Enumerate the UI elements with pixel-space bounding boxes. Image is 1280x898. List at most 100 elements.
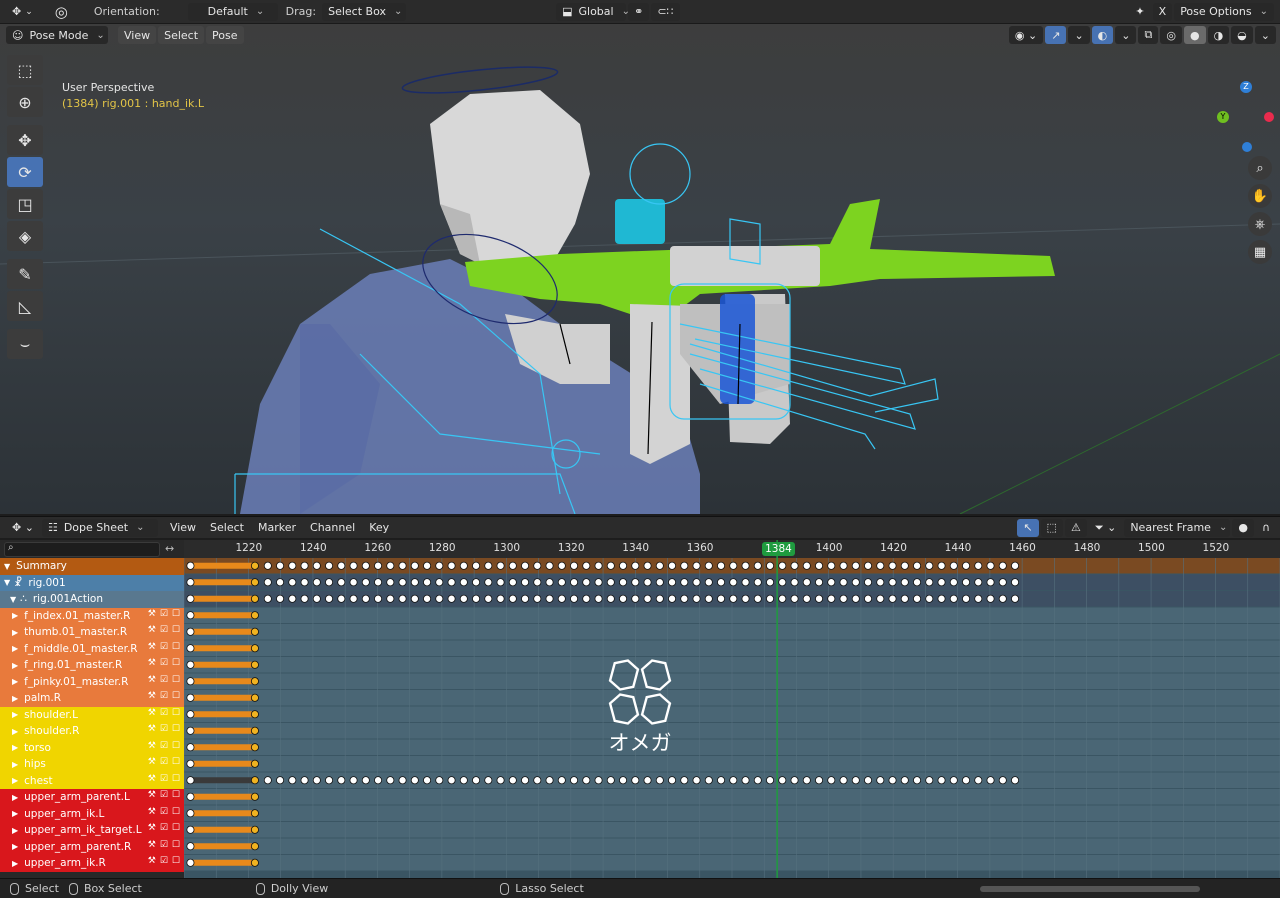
drag-dropdown[interactable]: Select Box: [322, 2, 407, 21]
checkbox-icon[interactable]: ☑: [160, 658, 168, 668]
dope-sheet-mode-dropdown[interactable]: ☷ Dope Sheet: [41, 518, 158, 537]
transform-orientation-dropdown[interactable]: ⬓ Global: [556, 2, 627, 21]
mirror-icon[interactable]: ✦: [1129, 3, 1150, 21]
only-selected-toggle[interactable]: ↖: [1017, 518, 1039, 537]
channel-row[interactable]: ▶ upper_arm_ik.R ⚒ ☑ ☐: [0, 855, 184, 872]
wrench-icon[interactable]: ⚒: [148, 757, 156, 767]
checkbox-icon[interactable]: ☑: [160, 757, 168, 767]
filter-dropdown[interactable]: ⏷ ⌄: [1089, 519, 1123, 537]
pan-hand-icon[interactable]: ✋: [1248, 184, 1272, 208]
camera-icon[interactable]: ⎈: [1248, 212, 1272, 236]
lock-icon[interactable]: ☐: [172, 658, 180, 668]
checkbox-icon[interactable]: ☑: [160, 642, 168, 652]
checkbox-icon[interactable]: ☑: [160, 856, 168, 866]
orientation-gizmo-button[interactable]: ◎: [49, 3, 74, 21]
wrench-icon[interactable]: ⚒: [148, 840, 156, 850]
shading-material[interactable]: ◑: [1207, 26, 1230, 44]
expand-arrow-icon[interactable]: ▶: [12, 611, 18, 620]
wrench-icon[interactable]: ⚒: [148, 741, 156, 751]
shading-rendered[interactable]: ◒: [1231, 26, 1253, 44]
checkbox-icon[interactable]: ☑: [160, 823, 168, 833]
dope-menu-view[interactable]: View: [164, 519, 202, 537]
gizmo-toggle[interactable]: ↗: [1045, 26, 1067, 44]
transform-tool[interactable]: ◈: [7, 221, 43, 251]
expand-arrow-icon[interactable]: ▶: [12, 776, 18, 785]
swap-arrows-icon[interactable]: ↔: [165, 542, 174, 555]
wrench-icon[interactable]: ⚒: [148, 724, 156, 734]
lock-icon[interactable]: ☐: [172, 609, 180, 619]
wrench-icon[interactable]: ⚒: [148, 691, 156, 701]
wrench-icon[interactable]: ⚒: [148, 642, 156, 652]
expand-arrow-icon[interactable]: ▶: [12, 644, 18, 653]
channel-row[interactable]: ▶ shoulder.R ⚒ ☑ ☐: [0, 723, 184, 740]
3d-viewport[interactable]: User Perspective (1384) rig.001 : hand_i…: [0, 24, 1280, 514]
channel-row[interactable]: ▶ f_middle.01_master.R ⚒ ☑ ☐: [0, 640, 184, 657]
cursor-tool[interactable]: ⊕: [7, 87, 43, 117]
lock-icon[interactable]: ☐: [172, 840, 180, 850]
lock-icon[interactable]: ☐: [172, 823, 180, 833]
expand-arrow-icon[interactable]: ▶: [12, 661, 18, 670]
channel-row[interactable]: ▶ upper_arm_parent.L ⚒ ☑ ☐: [0, 789, 184, 806]
lock-icon[interactable]: ☐: [172, 675, 180, 685]
editor-type-button[interactable]: ✥ ⌄: [6, 3, 39, 21]
xray-toggle[interactable]: X: [1152, 2, 1173, 21]
lock-icon[interactable]: ☐: [172, 774, 180, 784]
wrench-icon[interactable]: ⚒: [148, 807, 156, 817]
pose-options-dropdown[interactable]: Pose Options: [1174, 2, 1274, 21]
axis-negz-dot[interactable]: [1242, 142, 1252, 152]
lock-icon[interactable]: ☐: [172, 708, 180, 718]
editor-type-button[interactable]: ✥ ⌄: [6, 519, 40, 537]
menu-view[interactable]: View: [118, 26, 157, 44]
grid-view-icon[interactable]: ▦: [1248, 240, 1272, 264]
menu-pose[interactable]: Pose: [206, 26, 244, 44]
dope-menu-channel[interactable]: Channel: [304, 519, 361, 537]
collapse-arrow-icon[interactable]: ▼: [10, 595, 16, 604]
channel-row[interactable]: ▶ f_pinky.01_master.R ⚒ ☑ ☐: [0, 673, 184, 690]
expand-arrow-icon[interactable]: ▶: [12, 842, 18, 851]
expand-arrow-icon[interactable]: ▶: [12, 826, 18, 835]
axis-x-dot[interactable]: [1264, 112, 1274, 122]
shading-solid[interactable]: ●: [1183, 26, 1206, 44]
checkbox-icon[interactable]: ☑: [160, 774, 168, 784]
channel-row[interactable]: ▼ ∴ rig.001Action: [0, 591, 184, 608]
expand-arrow-icon[interactable]: ▶: [12, 793, 18, 802]
wrench-icon[interactable]: ⚒: [148, 609, 156, 619]
collapse-arrow-icon[interactable]: ▼: [4, 578, 10, 587]
checkbox-icon[interactable]: ☑: [160, 840, 168, 850]
menu-select[interactable]: Select: [158, 26, 205, 44]
dope-menu-marker[interactable]: Marker: [252, 519, 302, 537]
overlay-toggle[interactable]: ◐: [1091, 26, 1114, 44]
shading-dropdown[interactable]: ⌄: [1254, 26, 1276, 44]
rotate-tool[interactable]: ⟳: [7, 157, 43, 187]
expand-arrow-icon[interactable]: ▶: [12, 727, 18, 736]
expand-arrow-icon[interactable]: ▶: [12, 760, 18, 769]
channel-row[interactable]: ▶ upper_arm_ik_target.L ⚒ ☑ ☐: [0, 822, 184, 839]
scale-tool[interactable]: ◳: [7, 189, 43, 219]
expand-arrow-icon[interactable]: ▶: [12, 743, 18, 752]
mode-dropdown[interactable]: ☺ Pose Mode: [6, 26, 108, 44]
channel-row[interactable]: ▶ chest ⚒ ☑ ☐: [0, 772, 184, 789]
wrench-icon[interactable]: ⚒: [148, 625, 156, 635]
visibility-dropdown[interactable]: ◉ ⌄: [1008, 26, 1044, 44]
channel-row[interactable]: ▶ hips ⚒ ☑ ☐: [0, 756, 184, 773]
checkbox-icon[interactable]: ☑: [160, 741, 168, 751]
pivot-point-button[interactable]: ⚭: [628, 2, 650, 21]
lock-icon[interactable]: ☐: [172, 757, 180, 767]
wrench-icon[interactable]: ⚒: [148, 675, 156, 685]
lock-icon[interactable]: ☐: [172, 724, 180, 734]
orientation-dropdown[interactable]: Default: [187, 2, 278, 21]
move-tool[interactable]: ✥: [7, 125, 43, 155]
expand-arrow-icon[interactable]: ▶: [12, 677, 18, 686]
annotate-tool[interactable]: ✎: [7, 259, 43, 289]
checkbox-icon[interactable]: ☑: [160, 625, 168, 635]
gizmo-dropdown[interactable]: ⌄: [1068, 26, 1090, 44]
relax-pose-tool[interactable]: ⌣: [7, 329, 43, 359]
expand-arrow-icon[interactable]: ▶: [12, 694, 18, 703]
show-hidden-toggle[interactable]: ⬚: [1040, 518, 1063, 537]
lock-icon[interactable]: ☐: [172, 741, 180, 751]
axis-y-label[interactable]: Y: [1217, 111, 1229, 123]
checkbox-icon[interactable]: ☑: [160, 708, 168, 718]
measure-tool[interactable]: ◺: [7, 291, 43, 321]
keyframes-area[interactable]: [184, 540, 1280, 878]
wrench-icon[interactable]: ⚒: [148, 790, 156, 800]
